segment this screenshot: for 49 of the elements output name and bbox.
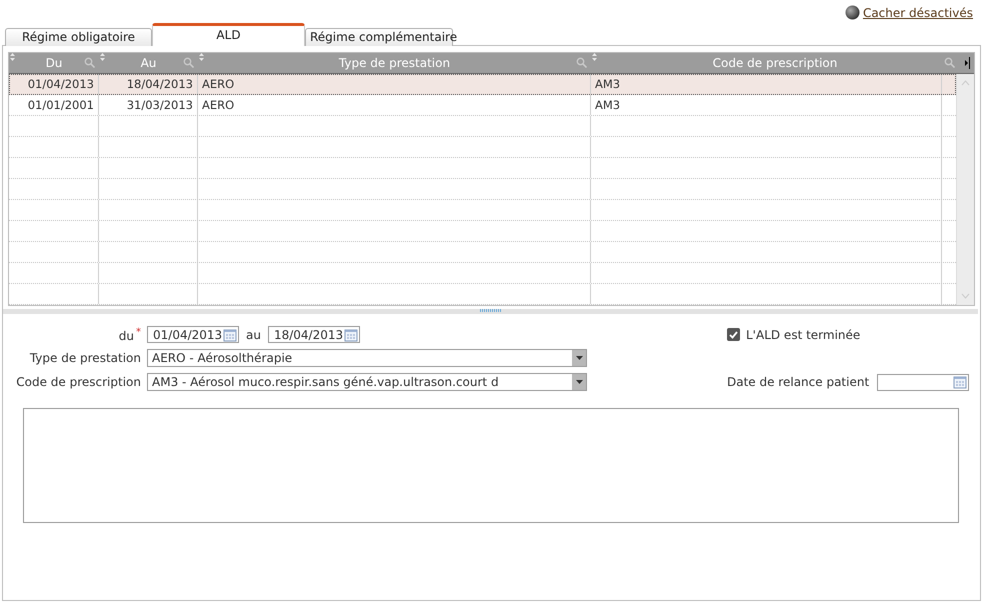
table-cell: 31/03/2013 xyxy=(126,98,193,112)
calendar-icon[interactable] xyxy=(223,328,237,342)
dropdown[interactable]: AM3 - Aérosol muco.respir.sans géné.vap.ultrason.court d xyxy=(147,373,587,391)
sort-icon[interactable] xyxy=(100,53,105,61)
column-title: Type de prestation xyxy=(338,56,450,70)
comment-field[interactable] xyxy=(23,408,959,523)
caret-icon[interactable] xyxy=(576,380,582,384)
checkbox[interactable] xyxy=(727,328,740,341)
sort-icon[interactable] xyxy=(199,53,204,61)
field-label: Code de prescription xyxy=(15,375,141,389)
search-icon[interactable] xyxy=(576,57,587,68)
sort-icon[interactable] xyxy=(592,53,597,61)
table-cell: AERO xyxy=(202,98,234,112)
column-title: Au xyxy=(140,56,156,70)
table-cell: AM3 xyxy=(595,77,620,91)
field-label: Date de relance patient xyxy=(727,375,870,389)
field-label: Type de prestation xyxy=(28,351,141,365)
scroll-down-icon[interactable] xyxy=(961,293,970,299)
table-cell: 18/04/2013 xyxy=(126,77,193,91)
table-cell: AM3 xyxy=(595,98,620,112)
column-title: Du xyxy=(46,56,62,70)
sort-icon[interactable] xyxy=(10,53,15,61)
table-cell: AERO xyxy=(202,77,234,91)
table-row[interactable]: 01/01/2001 31/03/2013 AERO AM3 xyxy=(9,95,956,116)
date-field[interactable]: 01/04/2013 xyxy=(147,326,239,343)
search-icon[interactable] xyxy=(944,57,955,68)
required-mark: * xyxy=(136,326,141,338)
calendar-icon[interactable] xyxy=(344,328,358,342)
tab[interactable]: Régime obligatoire xyxy=(5,28,152,46)
caret-icon[interactable] xyxy=(576,356,582,360)
calendar-icon[interactable] xyxy=(953,375,967,389)
to-label: au xyxy=(246,328,261,342)
table-row[interactable]: 01/04/2013 18/04/2013 AERO AM3 xyxy=(9,74,956,95)
search-icon[interactable] xyxy=(183,57,194,68)
from-label: du xyxy=(118,328,134,342)
scroll-up-icon[interactable] xyxy=(961,80,970,86)
column-title: Code de prescription xyxy=(712,56,838,70)
dropdown[interactable]: AERO - Aérosolthérapie xyxy=(147,349,587,367)
tab[interactable]: ALD xyxy=(152,23,305,46)
date-field[interactable]: 18/04/2013 xyxy=(268,326,360,343)
splitter-handle[interactable] xyxy=(480,309,502,312)
search-icon[interactable] xyxy=(84,57,95,68)
checkbox-label: L'ALD est terminée xyxy=(746,328,860,342)
table-cell: 01/01/2001 xyxy=(28,98,94,112)
sphere-icon xyxy=(844,5,860,20)
scrollbar[interactable] xyxy=(956,74,974,305)
column-menu-icon[interactable] xyxy=(964,57,970,69)
date-field[interactable] xyxy=(877,374,969,390)
table-cell: 01/04/2013 xyxy=(28,77,94,91)
